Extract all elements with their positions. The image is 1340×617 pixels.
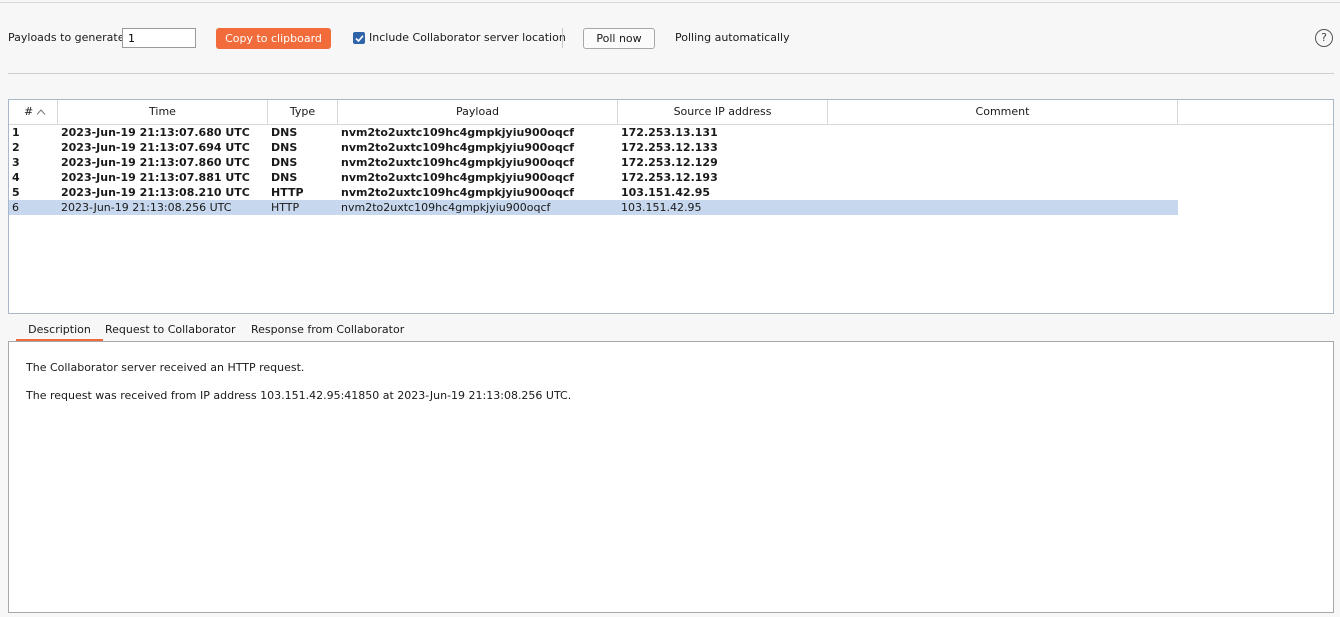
row-source-ip: 172.253.12.129	[621, 156, 718, 169]
top-divider	[0, 2, 1340, 3]
column-header-comment[interactable]: Comment	[828, 100, 1178, 124]
row-type: DNS	[271, 156, 298, 169]
polling-status-text: Polling automatically	[675, 31, 790, 44]
table-row[interactable]: 3 2023-Jun-19 21:13:07.860 UTC DNS nvm2t…	[9, 155, 1178, 170]
row-source-ip: 172.253.13.131	[621, 126, 718, 139]
help-icon[interactable]: ?	[1315, 29, 1333, 47]
row-type: DNS	[271, 126, 298, 139]
description-line-2: The request was received from IP address…	[26, 389, 572, 402]
row-source-ip: 103.151.42.95	[621, 186, 711, 199]
row-number: 4	[12, 171, 20, 184]
row-number: 2	[12, 141, 20, 154]
row-source-ip: 103.151.42.95	[621, 201, 702, 214]
row-time: 2023-Jun-19 21:13:07.881 UTC	[61, 171, 250, 184]
include-server-location-checkbox[interactable]	[353, 32, 365, 44]
payloads-count-input[interactable]	[122, 28, 196, 48]
checkmark-icon	[355, 35, 364, 43]
column-header-payload[interactable]: Payload	[338, 100, 618, 124]
row-type: DNS	[271, 171, 298, 184]
column-header-time[interactable]: Time	[58, 100, 268, 124]
row-time: 2023-Jun-19 21:13:07.860 UTC	[61, 156, 250, 169]
include-server-location-label[interactable]: Include Collaborator server location	[369, 22, 566, 54]
table-row-selected[interactable]: 6 2023-Jun-19 21:13:08.256 UTC HTTP nvm2…	[9, 200, 1178, 215]
row-type: DNS	[271, 141, 298, 154]
copy-to-clipboard-button[interactable]: Copy to clipboard	[216, 28, 331, 49]
row-number: 1	[12, 126, 20, 139]
table-row[interactable]: 1 2023-Jun-19 21:13:07.680 UTC DNS nvm2t…	[9, 125, 1178, 140]
tab-request-to-collaborator[interactable]: Request to Collaborator	[105, 320, 236, 341]
description-line-1: The Collaborator server received an HTTP…	[26, 361, 305, 374]
row-type: HTTP	[271, 186, 304, 199]
payloads-to-generate-label: Payloads to generate:	[8, 31, 129, 44]
row-time: 2023-Jun-19 21:13:07.694 UTC	[61, 141, 250, 154]
table-row[interactable]: 5 2023-Jun-19 21:13:08.210 UTC HTTP nvm2…	[9, 185, 1178, 200]
row-payload: nvm2to2uxtc109hc4gmpkjyiu900oqcf	[341, 201, 551, 214]
table-header: # Time Type Payload Source IP address Co…	[9, 100, 1333, 125]
row-time: 2023-Jun-19 21:13:07.680 UTC	[61, 126, 250, 139]
row-time: 2023-Jun-19 21:13:08.210 UTC	[61, 186, 250, 199]
poll-now-button[interactable]: Poll now	[583, 28, 655, 49]
toolbar-bottom-divider	[8, 73, 1334, 74]
row-number: 6	[12, 201, 19, 214]
row-payload: nvm2to2uxtc109hc4gmpkjyiu900oqcf	[341, 141, 575, 154]
interactions-table: # Time Type Payload Source IP address Co…	[8, 99, 1334, 314]
row-type: HTTP	[271, 201, 300, 214]
row-source-ip: 172.253.12.133	[621, 141, 718, 154]
toolbar-separator	[562, 28, 563, 48]
row-time: 2023-Jun-19 21:13:08.256 UTC	[61, 201, 232, 214]
details-panel: Description Request to Collaborator Resp…	[8, 320, 1334, 614]
row-payload: nvm2to2uxtc109hc4gmpkjyiu900oqcf	[341, 186, 575, 199]
row-source-ip: 172.253.12.193	[621, 171, 718, 184]
table-row[interactable]: 2 2023-Jun-19 21:13:07.694 UTC DNS nvm2t…	[9, 140, 1178, 155]
sort-ascending-icon	[36, 109, 46, 115]
row-number: 5	[12, 186, 20, 199]
tab-response-from-collaborator[interactable]: Response from Collaborator	[251, 320, 404, 341]
tab-description[interactable]: Description	[16, 320, 103, 341]
column-header-number-label: #	[24, 105, 34, 118]
row-number: 3	[12, 156, 20, 169]
row-payload: nvm2to2uxtc109hc4gmpkjyiu900oqcf	[341, 171, 575, 184]
column-header-source-ip[interactable]: Source IP address	[618, 100, 828, 124]
row-payload: nvm2to2uxtc109hc4gmpkjyiu900oqcf	[341, 156, 575, 169]
column-header-number[interactable]: #	[9, 100, 58, 124]
description-content: The Collaborator server received an HTTP…	[8, 341, 1334, 613]
row-payload: nvm2to2uxtc109hc4gmpkjyiu900oqcf	[341, 126, 575, 139]
column-header-type[interactable]: Type	[268, 100, 338, 124]
table-row[interactable]: 4 2023-Jun-19 21:13:07.881 UTC DNS nvm2t…	[9, 170, 1178, 185]
collaborator-toolbar: Payloads to generate: Copy to clipboard …	[0, 22, 1340, 54]
